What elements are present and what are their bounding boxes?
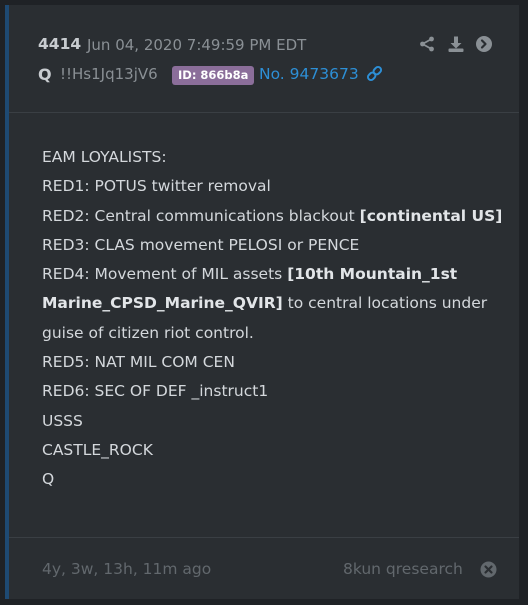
- body-line: EAM LOYALISTS:: [42, 148, 167, 166]
- body-line: RED5: NAT MIL COM CEN: [42, 353, 235, 372]
- body-line: CASTLE_ROCK: [42, 440, 153, 459]
- header-divider: [9, 112, 519, 113]
- download-icon[interactable]: [448, 36, 464, 52]
- post-body: EAM LOYALISTS: RED1: POTUS twitter remov…: [42, 143, 507, 495]
- body-line: USSS: [42, 411, 83, 430]
- post-date: Jun 04, 2020 7:49:59 PM EDT: [87, 36, 307, 54]
- post-link[interactable]: No. 9473673: [259, 65, 359, 83]
- share-icon[interactable]: [419, 36, 435, 52]
- close-icon[interactable]: [480, 561, 497, 578]
- body-line: RED1: POTUS twitter removal: [42, 177, 271, 196]
- id-badge[interactable]: ID: 866b8a: [172, 66, 255, 85]
- body-line: RED2: Central communications blackout [c…: [42, 202, 507, 231]
- link-icon[interactable]: [366, 65, 383, 82]
- body-line: RED4: Movement of MIL assets [10th Mount…: [42, 260, 507, 348]
- body-text: RED2: Central communications blackout: [42, 206, 360, 225]
- body-line: RED6: SEC OF DEF _instruct1: [42, 382, 269, 401]
- arrow-right-icon[interactable]: [476, 36, 492, 52]
- post-card: 4414 Jun 04, 2020 7:49:59 PM EDT Q !!Hs1…: [5, 5, 519, 599]
- body-line: Q: [42, 470, 55, 489]
- post-footer: 4y, 3w, 13h, 11m ago 8kun qresearch: [9, 538, 519, 599]
- body-text: RED4: Movement of MIL assets: [42, 265, 288, 284]
- source-label: 8kun qresearch: [343, 560, 463, 578]
- author-name: Q: [38, 65, 52, 84]
- body-line: RED3: CLAS movement PELOSI or PENCE: [42, 235, 360, 254]
- post-header: 4414 Jun 04, 2020 7:49:59 PM EDT Q !!Hs1…: [9, 5, 519, 112]
- tripcode: !!Hs1Jq13jV6: [60, 65, 158, 83]
- body-bold-text: [continental US]: [359, 206, 503, 225]
- relative-time: 4y, 3w, 13h, 11m ago: [42, 560, 212, 578]
- post-number[interactable]: 4414: [38, 35, 81, 53]
